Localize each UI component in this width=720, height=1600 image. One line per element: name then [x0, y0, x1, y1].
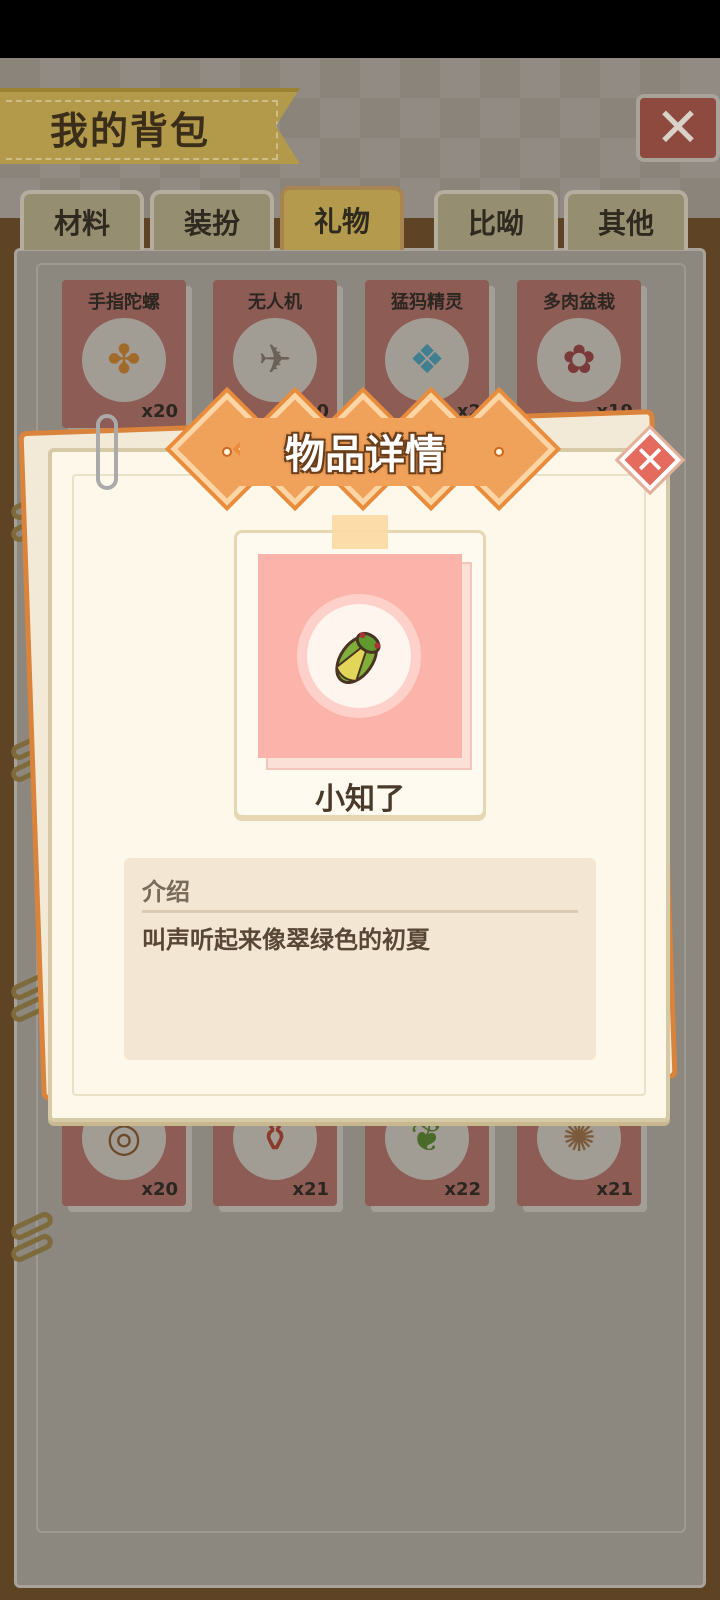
modal-close-button[interactable]: ✕ [618, 428, 682, 492]
tape-decoration [332, 515, 388, 549]
inventory-item[interactable]: 手指陀螺 ✤ x20 [62, 280, 186, 428]
close-icon: ✕ [634, 438, 666, 482]
tab-materials[interactable]: 材料 [20, 190, 144, 250]
backpack-close-button[interactable]: ✕ [636, 94, 720, 162]
description-box: 介绍 叫声听起来像翠绿色的初夏 [124, 858, 596, 1060]
item-name: 无人机 [248, 292, 302, 313]
succulent-icon: ✿ [537, 318, 621, 402]
item-count: x21 [292, 1179, 329, 1200]
page-title: 我的背包 [50, 109, 211, 153]
item-name: 多肉盆栽 [543, 292, 615, 313]
item-count: x20 [141, 401, 178, 422]
tab-other[interactable]: 其他 [564, 190, 688, 250]
paperclip-icon [96, 414, 118, 490]
tab-outfits[interactable]: 装扮 [150, 190, 274, 250]
divider [142, 910, 578, 913]
drone-icon: ✈ [233, 318, 317, 402]
modal-title: 物品详情 [285, 432, 445, 478]
description-label: 介绍 [142, 878, 190, 906]
item-name: 手指陀螺 [88, 292, 160, 313]
item-count: x20 [141, 1179, 178, 1200]
close-icon: ✕ [655, 96, 701, 159]
status-bar [0, 0, 720, 58]
description-text: 叫声听起来像翠绿色的初夏 [142, 926, 430, 954]
item-count: x22 [444, 1179, 481, 1200]
tab-gifts[interactable]: 礼物 [280, 186, 404, 250]
item-name-label: 小知了 [315, 782, 405, 817]
item-name: 猛犸精灵 [391, 292, 463, 313]
mammoth-icon: ❖ [385, 318, 469, 402]
fidget-spinner-icon: ✤ [82, 318, 166, 402]
item-count: x21 [596, 1179, 633, 1200]
cicada-icon [307, 604, 411, 708]
tab-biyou[interactable]: 比呦 [434, 190, 558, 250]
